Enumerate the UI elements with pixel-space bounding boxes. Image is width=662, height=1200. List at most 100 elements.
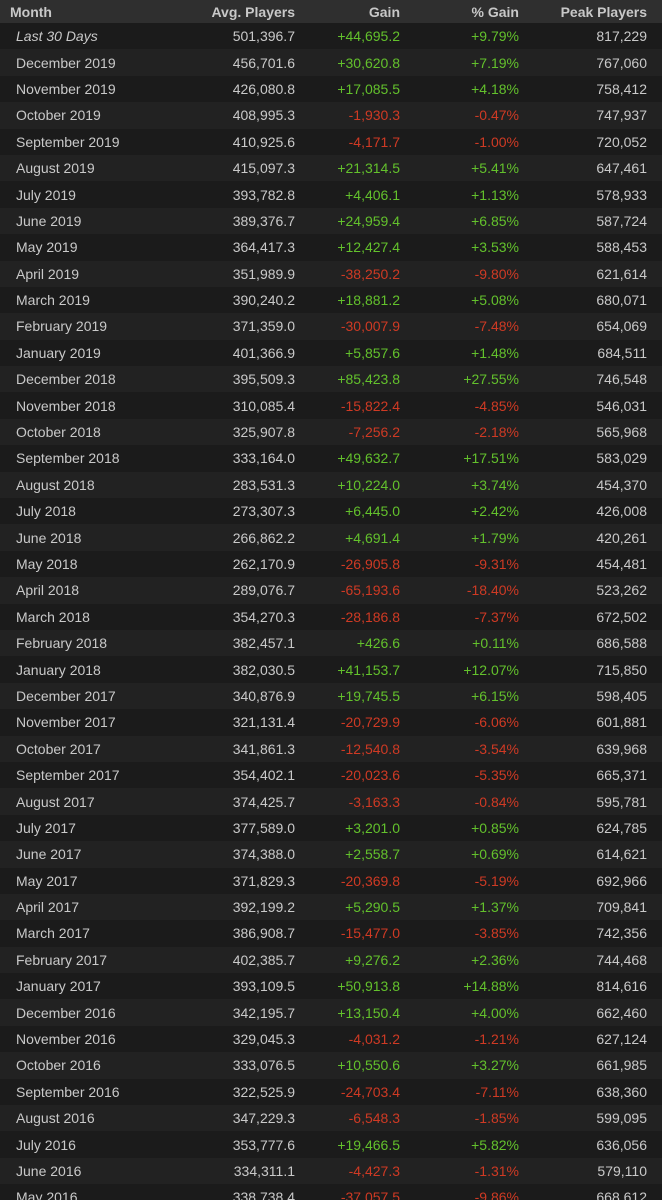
table-row: October 2018 325,907.8 -7,256.2 -2.18% 565,9… [0, 418, 662, 446]
cell-avg-players: 347,229.3 [232, 1110, 295, 1127]
cell-avg-players: 390,240.2 [232, 292, 295, 309]
cell-percent-gain: -18.40% [466, 582, 519, 599]
cell-avg-players: 289,076.7 [232, 582, 295, 599]
cell-gain: -4,031.2 [348, 1031, 400, 1048]
cell-month: Last 30 Days [16, 28, 98, 45]
cell-percent-gain: -3.85% [474, 925, 519, 942]
table-row: December 2019 456,701.6 +30,620.8 +7.19% 767… [0, 49, 662, 76]
cell-gain: -38,250.2 [340, 265, 400, 282]
table-row: July 2019 393,782.8 +4,406.1 +1.13% 578,933 [0, 181, 662, 208]
cell-avg-players: 338,738.4 [232, 1189, 295, 1200]
cell-avg-players: 401,366.9 [232, 344, 295, 361]
cell-peak-players: 624,785 [596, 819, 647, 836]
cell-avg-players: 283,531.3 [232, 476, 295, 493]
cell-percent-gain: +5.41% [471, 160, 519, 177]
cell-peak-players: 654,069 [596, 318, 647, 335]
cell-avg-players: 354,402.1 [232, 767, 295, 784]
cell-month: April 2017 [16, 899, 80, 916]
table-row: Last 30 Days 501,396.7 +44,695.2 +9.79% 817,… [0, 23, 662, 50]
cell-percent-gain: +2.42% [471, 503, 519, 520]
cell-percent-gain: +12.07% [463, 661, 519, 678]
cell-percent-gain: +3.53% [471, 239, 519, 256]
cell-month: June 2019 [16, 212, 82, 229]
cell-avg-players: 415,097.3 [232, 160, 295, 177]
table-row: December 2017 340,876.9 +19,745.5 +6.15% 598… [0, 682, 662, 710]
table-row: April 2019 351,989.9 -38,250.2 -9.80% 621,61… [0, 260, 662, 287]
cell-gain: +5,290.5 [345, 899, 400, 916]
cell-avg-players: 322,525.9 [232, 1083, 295, 1100]
table-row: August 2019 415,097.3 +21,314.5 +5.41% 647,4… [0, 154, 662, 182]
table-row: October 2017 341,861.3 -12,540.8 -3.54% 639,… [0, 735, 662, 762]
cell-gain: +24,959.4 [337, 212, 400, 229]
table-body: Last 30 Days 501,396.7 +44,695.2 +9.79% 817,… [0, 23, 662, 1200]
table-row: May 2016 338,738.4 -37,057.5 -9.86% 668,612 [0, 1184, 662, 1200]
cell-peak-players: 684,511 [597, 344, 647, 361]
cell-peak-players: 426,008 [596, 503, 647, 520]
cell-month: May 2016 [16, 1189, 78, 1200]
cell-month: October 2016 [16, 1057, 101, 1074]
cell-percent-gain: +7.19% [471, 54, 519, 71]
cell-month: November 2019 [16, 80, 116, 97]
table-row: November 2016 329,045.3 -4,031.2 -1.21% 627,… [0, 1025, 662, 1053]
cell-percent-gain: +1.37% [471, 899, 519, 916]
cell-month: April 2019 [16, 265, 80, 282]
cell-peak-players: 583,029 [596, 450, 647, 467]
cell-avg-players: 393,782.8 [232, 186, 295, 203]
cell-avg-players: 456,701.6 [232, 54, 295, 71]
cell-gain: +10,550.6 [337, 1057, 400, 1074]
cell-month: June 2016 [16, 1162, 82, 1179]
cell-percent-gain: -1.21% [474, 1031, 519, 1048]
cell-gain: +19,466.5 [337, 1136, 400, 1153]
cell-percent-gain: -7.37% [474, 608, 519, 625]
cell-month: July 2016 [16, 1136, 76, 1153]
header-month[interactable]: Month [0, 4, 195, 20]
cell-peak-players: 692,966 [596, 872, 647, 889]
cell-peak-players: 614,621 [596, 846, 647, 863]
header-peak-players[interactable]: Peak Players [519, 4, 647, 20]
cell-month: October 2019 [16, 107, 101, 124]
cell-percent-gain: -9.31% [474, 556, 519, 572]
table-row: June 2017 374,388.0 +2,558.7 +0.69% 614,621 [0, 841, 662, 868]
cell-month: May 2018 [16, 556, 78, 572]
cell-avg-players: 374,388.0 [232, 846, 295, 863]
cell-avg-players: 402,385.7 [232, 951, 295, 968]
cell-percent-gain: -1.31% [474, 1162, 519, 1179]
cell-peak-players: 627,124 [596, 1031, 647, 1048]
cell-avg-players: 310,085.4 [232, 397, 295, 414]
cell-month: December 2016 [16, 1004, 116, 1021]
header-percent-gain[interactable]: % Gain [400, 4, 519, 20]
cell-month: August 2018 [16, 476, 95, 493]
cell-percent-gain: -1.00% [474, 133, 519, 150]
cell-gain: +30,620.8 [337, 54, 400, 71]
cell-gain: +4,406.1 [345, 186, 400, 203]
cell-gain: -3,163.3 [348, 793, 400, 810]
cell-avg-players: 371,829.3 [232, 872, 295, 889]
cell-gain: +10,224.0 [337, 476, 400, 493]
cell-percent-gain: +4.00% [471, 1004, 519, 1021]
cell-percent-gain: +1.48% [471, 344, 519, 361]
cell-gain: -7,256.2 [348, 424, 400, 441]
cell-percent-gain: +5.08% [471, 292, 519, 309]
cell-month: July 2018 [16, 503, 76, 520]
cell-gain: -24,703.4 [340, 1083, 400, 1100]
cell-gain: +426.6 [356, 635, 400, 652]
table-row: June 2018 266,862.2 +4,691.4 +1.79% 420,261 [0, 524, 662, 551]
table-row: November 2017 321,131.4 -20,729.9 -6.06% 601… [0, 709, 662, 736]
cell-gain: -20,369.8 [340, 872, 400, 889]
cell-peak-players: 454,370 [596, 476, 647, 493]
cell-peak-players: 595,781 [596, 793, 647, 810]
cell-avg-players: 410,925.6 [232, 133, 295, 150]
cell-gain: +6,445.0 [345, 503, 400, 520]
table-row: March 2018 354,270.3 -28,186.8 -7.37% 672,50… [0, 603, 662, 630]
cell-month: September 2016 [16, 1083, 120, 1100]
cell-percent-gain: +27.55% [463, 371, 519, 388]
cell-gain: -4,171.7 [348, 133, 400, 150]
header-gain[interactable]: Gain [295, 4, 400, 20]
cell-month: May 2019 [16, 239, 78, 256]
header-avg-players[interactable]: Avg. Players [195, 4, 295, 20]
table-row: July 2017 377,589.0 +3,201.0 +0.85% 624,785 [0, 814, 662, 842]
cell-avg-players: 392,199.2 [232, 899, 295, 916]
cell-avg-players: 354,270.3 [232, 608, 295, 625]
cell-peak-players: 680,071 [596, 292, 647, 309]
cell-avg-players: 351,989.9 [232, 265, 295, 282]
